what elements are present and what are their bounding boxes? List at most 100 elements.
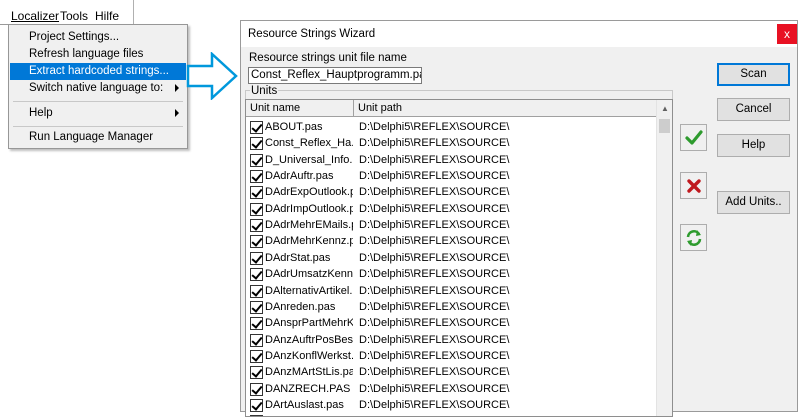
unit-path-cell: D:\Delphi5\REFLEX\SOURCE\ xyxy=(359,300,510,313)
unit-path-cell: D:\Delphi5\REFLEX\SOURCE\ xyxy=(359,186,510,199)
scan-button[interactable]: Scan xyxy=(717,63,790,86)
add-units-button[interactable]: Add Units.. xyxy=(717,191,790,214)
menu-item-project-settings[interactable]: Project Settings... xyxy=(10,29,186,46)
menu-item-switch-native-language[interactable]: Switch native language to: xyxy=(10,80,186,97)
table-row[interactable]: D_Universal_Info.... D:\Delphi5\REFLEX\SO… xyxy=(246,152,657,168)
divider xyxy=(0,24,8,25)
uncheck-all-icon xyxy=(687,179,701,193)
unit-name-cell: DAlternativArtikel.... xyxy=(265,284,353,297)
file-name-label: Resource strings unit file name xyxy=(249,52,407,64)
menu-item-help[interactable]: Help xyxy=(10,105,186,122)
table-row[interactable]: DAnzAuftrPosBes... D:\Delphi5\REFLEX\SOUR… xyxy=(246,332,657,348)
menu-localizer[interactable]: Localizer xyxy=(11,9,59,23)
menu-hilfe[interactable]: Hilfe xyxy=(95,9,119,23)
unit-path-cell: D:\Delphi5\REFLEX\SOURCE\ xyxy=(359,137,510,150)
unit-checkbox[interactable] xyxy=(250,170,263,184)
unit-path-cell: D:\Delphi5\REFLEX\SOURCE\ xyxy=(359,333,510,346)
scroll-thumb[interactable] xyxy=(659,119,670,133)
table-row[interactable]: DAdrMehrEMails.p... D:\Delphi5\REFLEX\SOU… xyxy=(246,217,657,233)
menu-item-refresh-language-files[interactable]: Refresh language files xyxy=(10,46,186,63)
column-header-unit-path[interactable]: Unit path xyxy=(354,100,657,117)
refresh-icon xyxy=(686,230,702,246)
file-name-value: Const_Reflex_Hauptprogramm.pas xyxy=(251,69,422,81)
refresh-button[interactable] xyxy=(680,224,707,251)
unit-checkbox[interactable] xyxy=(250,382,263,396)
table-row[interactable]: DAdrExpOutlook.p... D:\Delphi5\REFLEX\SOU… xyxy=(246,184,657,200)
unit-checkbox[interactable] xyxy=(250,235,263,249)
scroll-up-arrow-icon[interactable]: ▲ xyxy=(657,100,672,117)
cancel-button[interactable]: Cancel xyxy=(717,98,790,121)
dialog-title: Resource Strings Wizard xyxy=(248,28,376,40)
unit-checkbox[interactable] xyxy=(250,317,263,331)
unit-path-cell: D:\Delphi5\REFLEX\SOURCE\ xyxy=(359,349,510,362)
unit-checkbox[interactable] xyxy=(250,219,263,233)
unit-checkbox[interactable] xyxy=(250,202,263,216)
unit-checkbox[interactable] xyxy=(250,137,263,151)
file-name-input[interactable]: Const_Reflex_Hauptprogramm.pas xyxy=(248,67,422,84)
localizer-dropdown-menu: Project Settings... Refresh language fil… xyxy=(8,24,188,149)
unit-checkbox[interactable] xyxy=(250,153,263,167)
unit-path-cell: D:\Delphi5\REFLEX\SOURCE\ xyxy=(359,121,510,133)
unit-path-cell: D:\Delphi5\REFLEX\SOURCE\ xyxy=(359,398,510,411)
menu-item-label: Refresh language files xyxy=(29,48,144,60)
unit-name-cell: DAdrMehrEMails.p... xyxy=(265,219,353,232)
submenu-arrow-icon xyxy=(175,84,179,92)
unit-name-cell: DAnzKonflWerkst.... xyxy=(265,349,353,362)
unit-checkbox[interactable] xyxy=(250,398,263,412)
pointer-arrow-icon xyxy=(186,52,238,100)
title-bar: Resource Strings Wizard x xyxy=(241,21,797,47)
unit-path-cell: D:\Delphi5\REFLEX\SOURCE\ xyxy=(359,366,510,379)
units-list[interactable]: Unit name Unit path ABOUT.pas D:\Delphi5\… xyxy=(245,99,673,417)
table-row[interactable]: DArtAuslast.pas D:\Delphi5\REFLEX\SOURCE\ xyxy=(246,397,657,413)
help-button-label: Help xyxy=(741,139,766,151)
table-row[interactable]: DAdrAuftr.pas D:\Delphi5\REFLEX\SOURCE\ xyxy=(246,168,657,184)
unit-checkbox[interactable] xyxy=(250,121,263,134)
cancel-button-label: Cancel xyxy=(735,103,772,115)
table-row[interactable]: DAlternativArtikel.... D:\Delphi5\REFLEX\… xyxy=(246,283,657,299)
table-row[interactable]: DANZRECH.PAS D:\Delphi5\REFLEX\SOURCE\ xyxy=(246,381,657,397)
menu-item-run-language-manager[interactable]: Run Language Manager xyxy=(10,129,186,146)
unit-name-cell: DAdrUmsatzKenn... xyxy=(265,268,353,281)
table-row[interactable]: DAdrUmsatzKenn... D:\Delphi5\REFLEX\SOURC… xyxy=(246,266,657,282)
unit-checkbox[interactable] xyxy=(250,300,263,314)
menu-item-label: Project Settings... xyxy=(29,31,120,43)
unit-checkbox[interactable] xyxy=(250,333,263,347)
unit-name-cell: DAnsprPartMehrK... xyxy=(265,317,353,330)
unit-checkbox[interactable] xyxy=(250,251,263,265)
add-units-button-label: Add Units.. xyxy=(725,196,782,208)
list-header: Unit name Unit path xyxy=(246,100,657,117)
column-header-unit-name[interactable]: Unit name xyxy=(246,100,354,117)
menu-tools[interactable]: Tools xyxy=(60,9,88,23)
table-row[interactable]: DAdrStat.pas D:\Delphi5\REFLEX\SOURCE\ xyxy=(246,250,657,266)
unit-path-cell: D:\Delphi5\REFLEX\SOURCE\ xyxy=(359,202,510,215)
table-row[interactable]: DAdrMehrKennz.p... D:\Delphi5\REFLEX\SOUR… xyxy=(246,233,657,249)
table-row[interactable]: ABOUT.pas D:\Delphi5\REFLEX\SOURCE\ xyxy=(246,119,657,135)
unit-name-cell: DAnzMArtStLis.pas xyxy=(265,366,353,379)
table-row[interactable]: DAnzMArtStLis.pas D:\Delphi5\REFLEX\SOURC… xyxy=(246,364,657,380)
close-button[interactable]: x xyxy=(777,24,797,44)
unit-checkbox[interactable] xyxy=(250,186,263,200)
unit-checkbox[interactable] xyxy=(250,268,263,282)
table-row[interactable]: DAnzKonflWerkst.... D:\Delphi5\REFLEX\SOU… xyxy=(246,348,657,364)
scan-button-label: Scan xyxy=(740,68,767,80)
unit-checkbox[interactable] xyxy=(250,284,263,298)
unit-checkbox[interactable] xyxy=(250,349,263,363)
unit-checkbox[interactable] xyxy=(250,366,263,380)
menu-item-label: Run Language Manager xyxy=(29,131,154,143)
close-icon: x xyxy=(784,27,790,41)
table-row[interactable]: DAnsprPartMehrK... D:\Delphi5\REFLEX\SOUR… xyxy=(246,315,657,331)
table-row[interactable]: Const_Reflex_Ha... D:\Delphi5\REFLEX\SOUR… xyxy=(246,135,657,151)
vertical-scrollbar[interactable]: ▲ xyxy=(656,100,672,416)
help-button[interactable]: Help xyxy=(717,134,790,157)
table-row[interactable]: DAdrImpOutlook.pas D:\Delphi5\REFLEX\SOUR… xyxy=(246,201,657,217)
check-all-button[interactable] xyxy=(680,124,707,151)
table-row[interactable]: DAnreden.pas D:\Delphi5\REFLEX\SOURCE\ xyxy=(246,299,657,315)
unit-name-cell: DAnreden.pas xyxy=(265,300,336,313)
submenu-arrow-icon xyxy=(175,109,179,117)
menu-item-extract-hardcoded-strings[interactable]: Extract hardcoded strings... xyxy=(10,63,186,80)
unit-name-cell: ABOUT.pas xyxy=(265,121,323,133)
unit-path-cell: D:\Delphi5\REFLEX\SOURCE\ xyxy=(359,268,510,281)
uncheck-all-button[interactable] xyxy=(680,172,707,199)
unit-path-cell: D:\Delphi5\REFLEX\SOURCE\ xyxy=(359,219,510,232)
unit-name-cell: Const_Reflex_Ha... xyxy=(265,137,353,150)
